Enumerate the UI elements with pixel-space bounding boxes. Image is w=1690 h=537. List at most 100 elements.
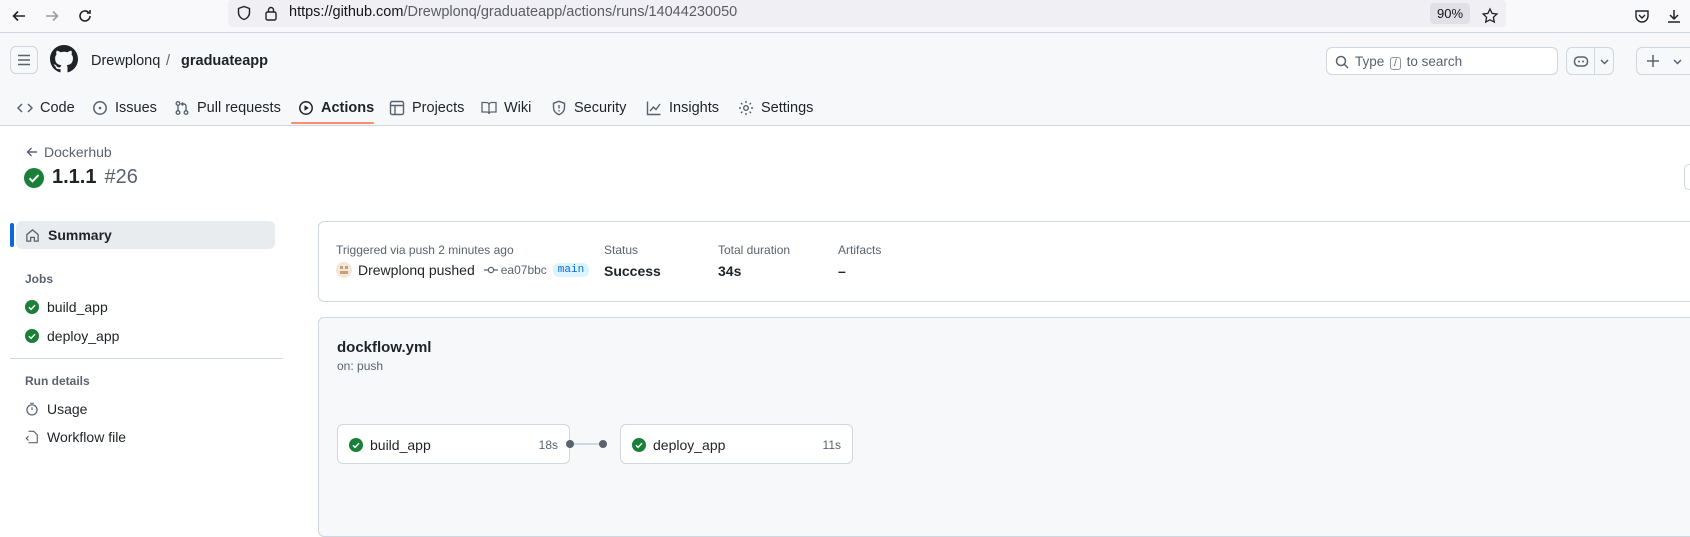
actor-name[interactable]: Drewplonq pushed	[358, 262, 475, 278]
status-label: Status	[604, 243, 639, 257]
tab-label: Projects	[412, 100, 465, 116]
tab-label: Insights	[669, 100, 719, 116]
tab-label: Settings	[761, 100, 814, 116]
forward-icon[interactable]	[40, 4, 64, 28]
browser-toolbar: https://github.com/Drewplonq/graduateapp…	[0, 0, 1690, 33]
check-circle-icon	[632, 438, 646, 452]
chevron-down-icon	[1673, 59, 1682, 65]
artifacts-value: –	[838, 263, 846, 279]
tab-label: Wiki	[504, 100, 532, 116]
breadcrumb-separator: /	[166, 53, 171, 69]
tab-pull-requests[interactable]: Pull requests	[174, 90, 281, 126]
copilot-button[interactable]	[1566, 47, 1614, 75]
lock-icon[interactable]	[264, 5, 278, 21]
sidebar-label: Usage	[47, 401, 88, 417]
sidebar-label: Summary	[48, 227, 112, 243]
chevron-down-icon	[1600, 59, 1609, 65]
breadcrumb-repo[interactable]: graduateapp	[181, 53, 268, 69]
github-header: Drewplonq / graduateapp Type / to search…	[0, 33, 1690, 126]
tab-label: Issues	[115, 100, 157, 116]
menu-button[interactable]	[10, 46, 38, 74]
duration-value[interactable]: 34s	[718, 263, 741, 279]
table-icon	[389, 100, 405, 116]
tab-label: Actions	[321, 100, 375, 116]
tab-projects[interactable]: Projects	[389, 90, 464, 126]
artifacts-label: Artifacts	[838, 243, 882, 257]
run-version: 1.1.1	[52, 166, 97, 188]
back-to-workflow-link[interactable]: Dockerhub	[26, 144, 112, 160]
workflow-trigger: on: push	[337, 359, 384, 373]
job-duration: 18s	[538, 438, 558, 452]
tab-settings[interactable]: Settings	[738, 90, 813, 126]
job-duration: 11s	[822, 438, 841, 452]
plus-icon	[1646, 54, 1660, 68]
tab-code[interactable]: Code	[17, 90, 75, 126]
workflow-graph-card: dockflow.yml on: push build_app 18s depl…	[318, 317, 1690, 537]
commit-sha[interactable]: ea07bbc	[483, 263, 547, 277]
search-icon	[1335, 55, 1349, 69]
tab-actions[interactable]: Actions	[298, 90, 374, 126]
sidebar-item-workflow-file[interactable]: Workflow file	[25, 429, 126, 445]
active-tab-indicator	[291, 122, 374, 124]
sidebar-item-deploy-app[interactable]: deploy_app	[25, 328, 119, 344]
shield-tracking-icon[interactable]	[236, 5, 252, 21]
tab-label: Security	[574, 100, 627, 116]
branch-badge[interactable]: main	[552, 263, 590, 277]
create-new-button[interactable]	[1636, 47, 1690, 75]
play-icon	[299, 101, 313, 115]
job-connector-dot	[566, 440, 574, 448]
tab-security[interactable]: Security	[551, 90, 626, 126]
hamburger-icon	[18, 54, 30, 66]
github-logo-icon[interactable]	[50, 45, 78, 73]
bookmark-star-icon[interactable]	[1478, 4, 1502, 28]
pocket-icon[interactable]	[1630, 4, 1654, 28]
status-value: Success	[604, 263, 661, 279]
breadcrumb-owner[interactable]: Drewplonq	[91, 53, 160, 69]
stopwatch-icon	[26, 402, 38, 416]
arrow-left-icon	[26, 147, 37, 157]
sidebar-item-build-app[interactable]: build_app	[25, 299, 108, 315]
issue-icon	[93, 101, 107, 115]
check-circle-icon	[24, 167, 44, 188]
tab-label: Pull requests	[197, 100, 281, 116]
tab-issues[interactable]: Issues	[92, 90, 157, 126]
tab-label: Code	[40, 100, 75, 116]
file-code-icon	[25, 430, 38, 444]
sidebar-divider	[10, 358, 283, 359]
rerun-button-edge[interactable]	[1684, 164, 1690, 190]
reload-icon[interactable]	[73, 4, 97, 28]
job-connector-dot	[599, 440, 607, 448]
tab-insights[interactable]: Insights	[646, 90, 719, 126]
duration-label: Total duration	[718, 243, 791, 257]
job-name: build_app	[370, 437, 431, 453]
pull-request-icon	[175, 101, 189, 115]
check-circle-icon	[25, 329, 39, 343]
check-circle-icon	[25, 300, 39, 314]
sidebar-label: Workflow file	[47, 429, 127, 445]
back-icon[interactable]	[7, 4, 31, 28]
sha-text: ea07bbc	[500, 263, 547, 277]
push-info: Drewplonq pushed ea07bbc main	[336, 262, 590, 278]
job-card-build-app[interactable]: build_app 18s	[337, 424, 570, 464]
zoom-level[interactable]: 90%	[1430, 3, 1471, 24]
commit-icon	[483, 266, 498, 274]
download-icon[interactable]	[1662, 4, 1686, 28]
graph-icon	[646, 101, 661, 116]
page-title: 1.1.1 #26	[24, 166, 138, 189]
avatar	[336, 262, 352, 278]
trigger-text: Triggered via push 2 minutes ago	[336, 243, 514, 257]
book-icon	[481, 101, 497, 115]
sidebar-label: deploy_app	[47, 328, 120, 344]
search-input[interactable]: Type / to search	[1326, 47, 1558, 75]
job-name: deploy_app	[653, 437, 726, 453]
sidebar-label: build_app	[47, 299, 108, 315]
sidebar-item-usage[interactable]: Usage	[25, 401, 87, 417]
sidebar-item-summary[interactable]: Summary	[25, 227, 112, 243]
job-card-deploy-app[interactable]: deploy_app 11s	[620, 424, 853, 464]
repo-nav: Code Issues Pull requests Actions Projec…	[0, 90, 1690, 126]
jobs-heading: Jobs	[25, 272, 54, 286]
tab-wiki[interactable]: Wiki	[481, 90, 531, 126]
copilot-icon	[1573, 54, 1589, 68]
run-details-heading: Run details	[25, 374, 90, 388]
check-circle-icon	[349, 438, 363, 452]
